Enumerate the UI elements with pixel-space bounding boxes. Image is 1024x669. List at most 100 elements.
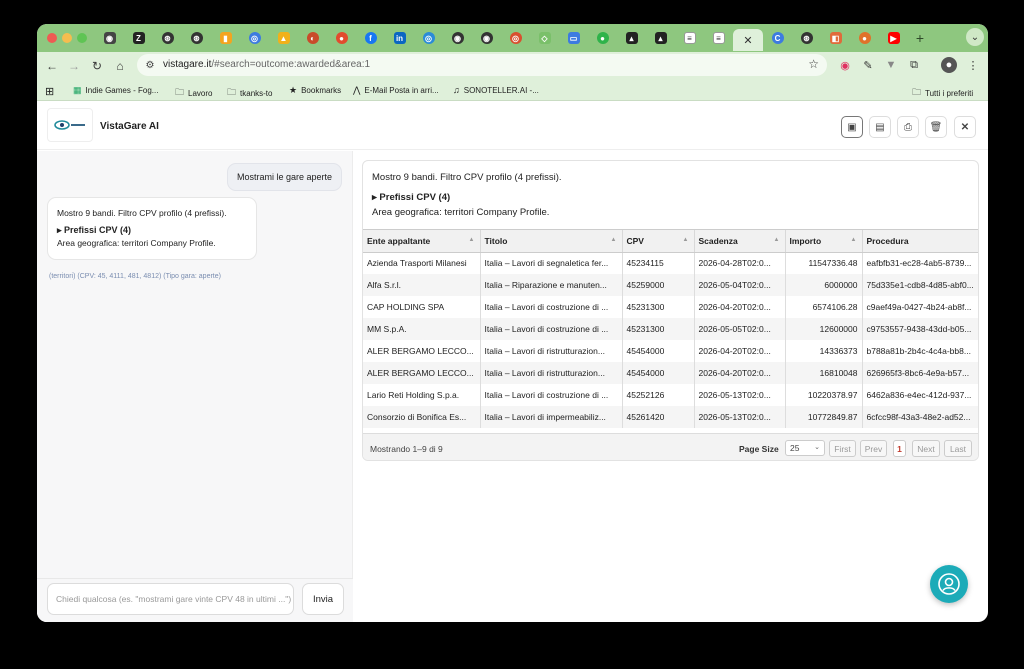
tab[interactable]: ● (588, 28, 617, 48)
minimize-window-button[interactable] (62, 33, 72, 43)
tab[interactable]: ≡ (704, 28, 733, 48)
home-icon[interactable]: ⌂ (111, 57, 129, 75)
new-tab-button[interactable]: + (908, 30, 932, 46)
tab[interactable]: ▴ (617, 28, 646, 48)
send-button[interactable]: Invia (302, 583, 344, 615)
column-header-cpv[interactable]: CPV ▲ (622, 230, 695, 253)
chat-panel: Mostrami le gare aperte Mostro 9 bandi. … (37, 151, 353, 622)
cell-procedura: b788a81b-2b4c-4c4a-bb8... (862, 340, 978, 362)
table-row[interactable]: Alfa S.r.l. Italia – Riparazione e manute… (363, 274, 978, 296)
bookmark-item[interactable]: 🗀 Lavoro (175, 85, 212, 101)
tab[interactable]: ◐ (298, 28, 327, 48)
tab-favicon-icon: Z (132, 32, 145, 44)
table-row[interactable]: Azienda Trasporti Milanesi Italia – Lavor… (363, 252, 978, 274)
tab-favicon-icon: ◉ (103, 32, 116, 44)
chat-input[interactable]: Chiedi qualcosa (es. "mostrami gare vint… (47, 583, 294, 615)
tab[interactable]: ◉ (95, 28, 124, 48)
extensions-puzzle-icon[interactable]: ⧉ (906, 57, 922, 73)
cell-procedura: 6cfcc98f-43a3-48e2-ad52... (862, 406, 978, 428)
tab[interactable]: Z (124, 28, 153, 48)
table-row[interactable]: Consorzio di Bonifica Es... Italia – Lavo… (363, 406, 978, 428)
cell-titolo: Italia – Lavori di impermeabiliz... (480, 406, 623, 428)
tab[interactable]: ◉ (472, 28, 501, 48)
tab[interactable]: in (385, 28, 414, 48)
bookmark-item[interactable]: ⋀ E-Mail Posta in arri... (353, 85, 439, 96)
tab[interactable]: ◇ (530, 28, 559, 48)
app-title: VistaGare AI (100, 121, 159, 132)
table-row[interactable]: ALER BERGAMO LECCO... Italia – Lavori di … (363, 340, 978, 362)
reload-icon[interactable]: ↻ (88, 57, 106, 75)
tab[interactable]: ● (327, 28, 356, 48)
close-icon[interactable]: ✕ (954, 116, 976, 138)
save-icon[interactable]: ▣ (841, 116, 863, 138)
support-chat-button[interactable] (930, 565, 968, 603)
tab[interactable]: ◎ (240, 28, 269, 48)
site-settings-icon[interactable]: ⚙ (143, 58, 157, 72)
close-window-button[interactable] (47, 33, 57, 43)
forward-arrow-icon[interactable]: → (65, 57, 83, 75)
export-icon[interactable]: ▤ (869, 116, 891, 138)
tab[interactable]: f (356, 28, 385, 48)
bookmark-label: Indie Games - Fog... (85, 86, 159, 95)
tab[interactable]: ◧ (821, 28, 850, 48)
results-cpv-toggle[interactable]: ▸ Prefissi CPV (4) (372, 191, 562, 205)
column-header-importo[interactable]: Importo ▲ (785, 230, 863, 253)
bookmark-item[interactable]: 🗀 tkanks-to (227, 85, 272, 101)
tab[interactable]: ≡ (675, 28, 704, 48)
tab[interactable]: ◎ (414, 28, 443, 48)
tab-favicon-icon: ▴ (625, 32, 638, 44)
table-row[interactable]: ALER BERGAMO LECCO... Italia – Lavori di … (363, 362, 978, 384)
page-size-select[interactable]: 25 ⌄ (785, 440, 825, 456)
apps-grid-icon[interactable]: ⊞ (45, 85, 54, 98)
current-page-button[interactable]: 1 (893, 440, 906, 457)
back-arrow-icon[interactable]: ← (43, 57, 61, 75)
bookmark-star-icon[interactable]: ☆ (808, 57, 819, 71)
active-tab-close-button[interactable]: ✕ (733, 29, 763, 51)
table-row[interactable]: CAP HOLDING SPA Italia – Lavori di costru… (363, 296, 978, 318)
tab[interactable]: ▲ (269, 28, 298, 48)
last-page-button[interactable]: Last (944, 440, 972, 457)
prev-page-button[interactable]: Prev (860, 440, 887, 457)
tab[interactable]: ▶ (879, 28, 908, 48)
trash-icon[interactable]: 🗑 (925, 116, 947, 138)
other-bookmarks[interactable]: 🗀 Tutti i preferiti (912, 85, 973, 101)
table-row[interactable]: MM S.p.A. Italia – Lavori di costruzione … (363, 318, 978, 340)
column-header-titolo[interactable]: Titolo ▲ (480, 230, 623, 253)
bookmark-item[interactable]: ♫ SONOTELLER.AI -... (453, 85, 539, 95)
tab[interactable]: ▭ (559, 28, 588, 48)
profile-avatar-icon[interactable]: ● (941, 57, 957, 73)
tab[interactable]: C (763, 28, 792, 48)
column-header-scadenza[interactable]: Scadenza ▲ (694, 230, 786, 253)
tab[interactable]: ● (850, 28, 879, 48)
tab-favicon-icon: ≡ (683, 32, 696, 44)
bookmark-item[interactable]: ★ Bookmarks (289, 85, 341, 96)
print-icon[interactable]: ⎙ (897, 116, 919, 138)
tab-search-chevron-icon[interactable]: ⌄ (966, 28, 984, 46)
tab[interactable]: ◉ (443, 28, 472, 48)
menu-kebab-icon[interactable]: ⋮ (965, 57, 981, 73)
tab[interactable]: ◎ (501, 28, 530, 48)
tab[interactable]: ▴ (646, 28, 675, 48)
column-header-procedura[interactable]: Procedura (862, 230, 978, 253)
address-bar[interactable]: ⚙ vistagare.it/#search=outcome:awarded&a… (137, 54, 827, 76)
funnel-icon[interactable]: ▼ (883, 57, 899, 73)
tab[interactable]: ⊛ (153, 28, 182, 48)
maximize-window-button[interactable] (77, 33, 87, 43)
bookmark-item[interactable]: ▦ Indie Games - Fog... (73, 85, 158, 96)
next-page-button[interactable]: Next (912, 440, 940, 457)
pen-icon[interactable]: ✎ (860, 57, 876, 73)
cell-scadenza: 2026-05-13T02:0... (694, 406, 786, 428)
results-table: Ente appaltante ▲ Titolo ▲ CPV ▲ Scadenza ▲ … (363, 230, 978, 428)
tab-favicon-icon: in (393, 32, 406, 44)
tab[interactable]: ▮ (211, 28, 240, 48)
tab[interactable]: ⊛ (182, 28, 211, 48)
table-row[interactable]: Lario Reti Holding S.p.a. Italia – Lavori… (363, 384, 978, 406)
extension-icon[interactable]: ◉ (837, 57, 853, 73)
cpv-prefix-toggle[interactable]: ▸ Prefissi CPV (4) (57, 224, 247, 237)
tab-favicon-icon: ● (335, 32, 348, 44)
tab[interactable]: ⊛ (792, 28, 821, 48)
cell-scadenza: 2026-04-20T02:0... (694, 362, 786, 384)
tab-favicon-icon: ◎ (509, 32, 522, 44)
column-header-ente[interactable]: Ente appaltante ▲ (363, 230, 481, 253)
first-page-button[interactable]: First (829, 440, 856, 457)
